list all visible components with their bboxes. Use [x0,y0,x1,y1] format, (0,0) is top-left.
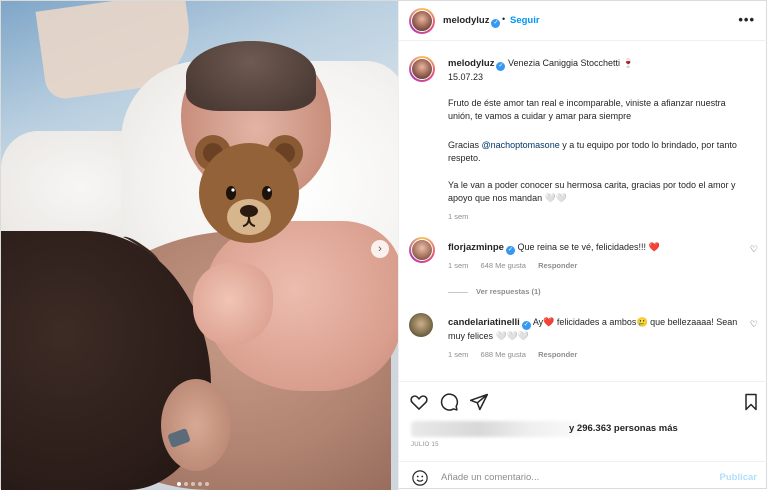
author-username-wrap[interactable]: melodyluz ✓ [443,15,501,28]
follow-button[interactable]: Seguir [510,15,540,26]
commenter-username[interactable]: florjazminpe [448,242,504,253]
replies-line [448,291,468,293]
comment-text: Que reina se te vé, felicidades!!! [517,242,647,252]
instagram-post: › melodyluz ✓ • Seguir ••• melodyluz ✓ Ven… [0,0,767,490]
caption-avatar[interactable] [409,56,435,82]
post-date: JULIO 15 [411,442,439,448]
verified-icon: ✓ [491,19,501,28]
comment-meta: 1 sem 648 Me gusta Responder [448,260,748,273]
bookmark-icon[interactable] [741,392,761,412]
caption-paragraph: Ya le van a poder conocer su hermosa car… [448,180,736,203]
carousel-dot [198,482,202,486]
comment-emoji: ❤️ [648,242,660,252]
author-username[interactable]: melodyluz [443,15,489,26]
comment-likes[interactable]: 648 Me gusta [481,261,526,270]
publish-button[interactable]: Publicar [720,472,758,483]
photo-region [193,263,273,345]
carousel-dot [205,482,209,486]
emoji-icon[interactable] [411,469,429,487]
photo-region [161,379,231,471]
commenter-username[interactable]: candelariatinelli [448,317,520,328]
blurred-likers [411,421,581,437]
caption-date-line: 15.07.23 [448,72,484,82]
caption-paragraph: Gracias @nachoptomasone y a tu equipo po… [448,139,748,164]
bear-emoji-icon [195,135,303,243]
verified-icon: ✓ [496,62,506,71]
verified-icon: ✓ [521,321,531,330]
reply-button[interactable]: Responder [538,350,577,359]
comment-meta: 1 sem 688 Me gusta Responder [448,349,748,362]
commenter-avatar[interactable] [409,237,435,263]
like-comment-heart-icon[interactable]: ♡ [750,244,758,255]
share-icon[interactable] [469,392,489,412]
post-header: melodyluz ✓ • Seguir ••• [399,1,767,41]
like-comment-heart-icon[interactable]: ♡ [750,319,758,330]
comment-time[interactable]: 1 sem [448,350,468,359]
photo-region [186,41,316,111]
comment-input[interactable]: Añade un comentario... [441,472,539,483]
add-comment-bar: Añade un comentario... Publicar [399,461,767,490]
heart-icon[interactable] [409,392,429,412]
comment-likes[interactable]: 688 Me gusta [481,350,526,359]
commenter-avatar[interactable] [409,313,433,337]
carousel-dot [177,482,181,486]
post-photo[interactable]: › [1,1,398,490]
comment-emoji: ❤️ [543,317,555,327]
comment-emoji: 🥲 [636,317,648,327]
carousel-dot [184,482,188,486]
comment-icon[interactable] [439,392,459,412]
mention-link[interactable]: @nachoptomasone [482,140,560,150]
verified-icon: ✓ [505,246,515,255]
reply-button[interactable]: Responder [538,261,577,270]
more-options-icon[interactable]: ••• [738,12,755,27]
carousel-dot [191,482,195,486]
post-details-panel: melodyluz ✓ • Seguir ••• melodyluz ✓ Venez… [398,1,767,490]
carousel-dots [177,482,209,486]
view-replies-label[interactable]: Ver respuestas (1) [476,287,541,296]
caption-text: Gracias [448,140,482,150]
comment-text: Ay [532,317,544,327]
caption-name: Venezia Caniggia Stocchetti 🍷 [507,58,634,68]
likes-count[interactable]: y 296.363 personas más [569,423,678,434]
comment-body: candelariatinelli ✓ Ay❤️ felicidades a am… [448,316,748,343]
likes-summary[interactable]: y 296.363 personas más [411,419,761,441]
comment-time[interactable]: 1 sem [448,261,468,270]
comment-body: florjazminpe ✓ Que reina se te vé, felici… [448,241,748,255]
caption-paragraph: Fruto de éste amor tan real e incomparab… [448,98,726,121]
caption-time[interactable]: 1 sem [448,211,748,224]
comment-text: felicidades a ambos [554,317,637,327]
action-bar [399,381,767,419]
header-separator: • [502,14,506,24]
chevron-right-icon[interactable]: › [371,240,389,258]
caption-header: melodyluz ✓ Venezia Caniggia Stocchetti 🍷 [448,58,634,71]
author-avatar[interactable] [409,8,435,34]
caption-username[interactable]: melodyluz [448,58,494,69]
view-replies[interactable]: Ver respuestas (1) [448,286,748,299]
